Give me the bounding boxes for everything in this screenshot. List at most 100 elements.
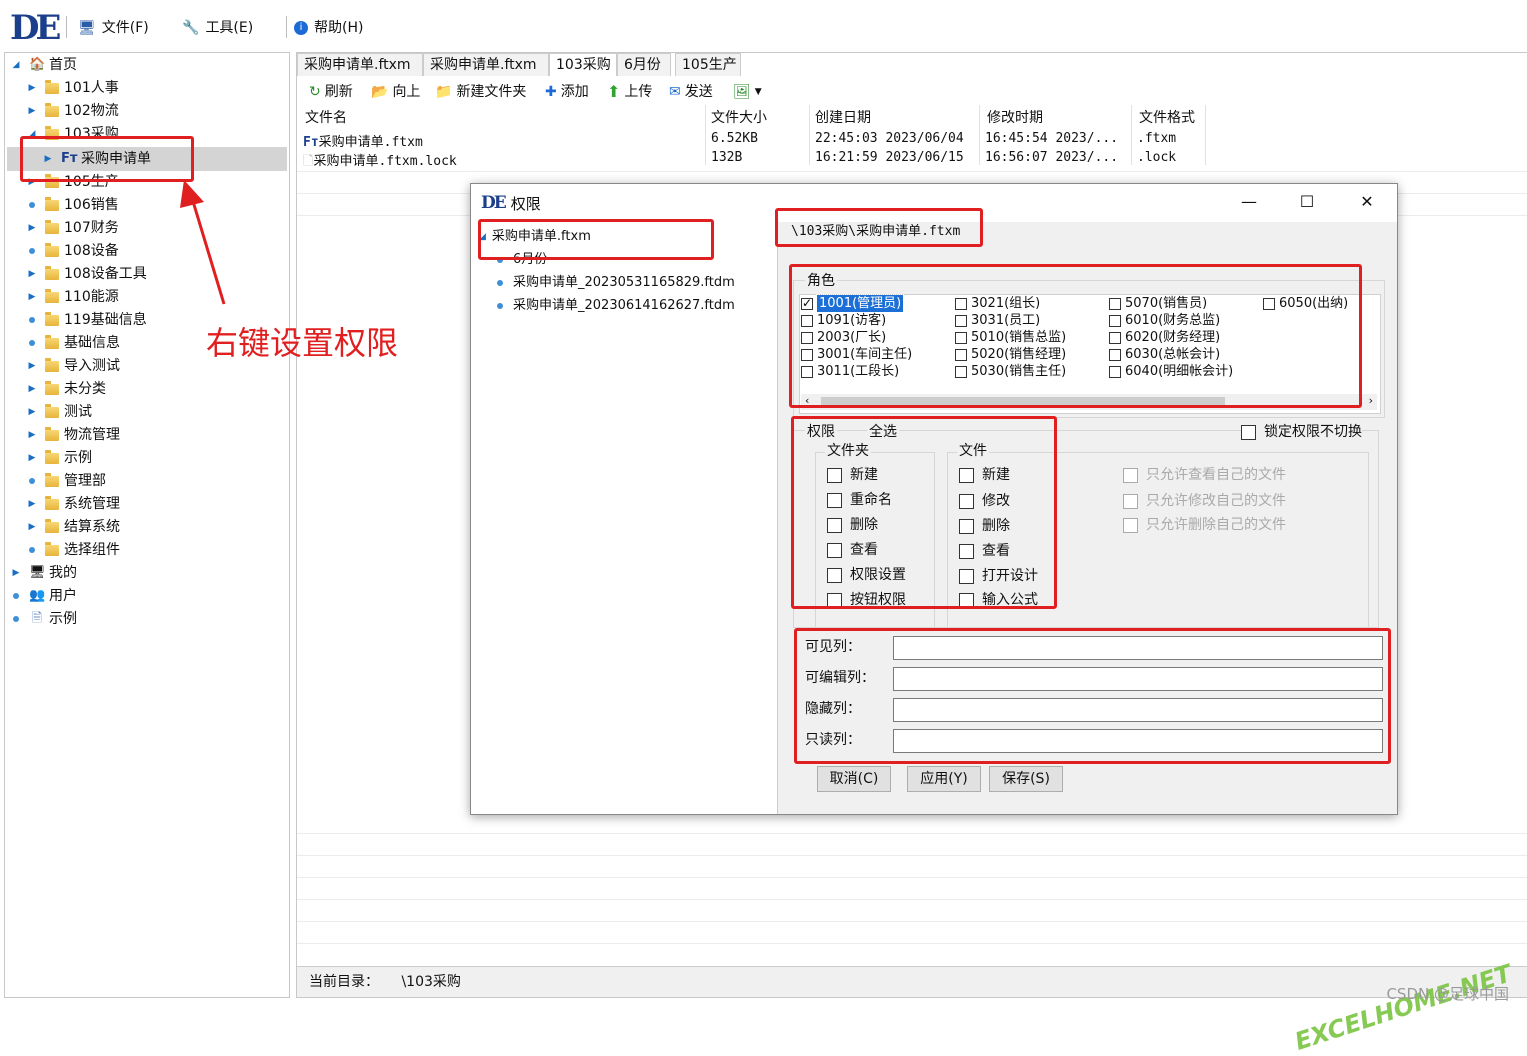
menu-divider [66,16,67,38]
close-button[interactable]: ✕ [1355,192,1379,212]
tab-june[interactable]: 6月份 [617,53,671,76]
tree-item[interactable]: ▶ 测试 [27,401,92,423]
col-created[interactable]: 创建日期 [815,107,871,129]
dialog-title: 权限 [510,194,541,213]
navigation-tree: ◢ 🏠 首页 ▶ 101人事 ▶ 102物流 ◢ 103采购 ▶ Fт 采购申请单 ▶ 105生… [4,52,290,998]
expanded-arrow-icon: ◢ [12,60,20,70]
leaf-dot-icon [13,593,19,599]
ft-file-icon: Fт [303,135,319,150]
blank-file-icon: 🗋 [303,154,314,169]
folder-icon [45,196,59,211]
folder-icon [45,495,59,510]
tree-item[interactable]: ▶ 108设备工具 [27,263,147,285]
annotation-box [791,416,1057,609]
tab-file-2[interactable]: 采购申请单.ftxm [423,53,549,76]
save-button[interactable]: 保存(S) [989,766,1063,792]
tree-item[interactable]: 管理部 [27,470,106,492]
col-name[interactable]: 文件名 [305,107,347,129]
upload-button[interactable]: ⬆ 上传 [607,81,652,103]
tree-item-mine[interactable]: ▶ 🖥 我的 [11,562,77,584]
folder-icon [45,311,59,326]
leaf-dot-icon [497,280,503,286]
app-logo: DE [10,8,61,48]
minimize-button[interactable]: — [1237,192,1261,212]
tree-item[interactable]: ▶ 示例 [27,447,92,469]
computer-icon: 🖥 [78,20,96,36]
tree-item[interactable]: ▶ 110能源 [27,286,119,308]
menu-tools[interactable]: 🔧 工具(E) [182,18,253,38]
tree-item[interactable]: 选择组件 [27,539,120,561]
tree-item[interactable]: ▶ 102物流 [27,100,119,122]
tree-item[interactable]: 106销售 [27,194,119,216]
folder-icon [45,265,59,280]
annotation-box [794,628,1391,764]
scroll-right-icon[interactable]: › [1369,394,1373,407]
collapsed-arrow-icon: ▶ [28,384,36,394]
folder-icon [45,403,59,418]
users-icon: 👥 [29,588,46,603]
tree-item-home[interactable]: ◢ 🏠 首页 [11,54,77,76]
collapsed-arrow-icon: ▶ [12,568,20,578]
folder-up-icon: 📂 [371,84,389,100]
tree-item[interactable]: ▶ 107财务 [27,217,119,239]
col-size[interactable]: 文件大小 [711,107,767,129]
lock-permission-checkbox[interactable]: 锁定权限不切换 [1241,421,1362,443]
dialog-file-tree: ◢ 采购申请单.ftxm 6月份 采购申请单_20230531165829.ftd… [471,222,778,814]
wrench-icon: 🔧 [182,20,200,36]
tree-item[interactable]: ▶ 物流管理 [27,424,120,446]
tree-item[interactable]: ▶ 结算系统 [27,516,120,538]
dialog-tree-item[interactable]: 采购申请单_20230614162627.ftdm [495,295,735,317]
folder-icon [45,288,59,303]
folder-icon [45,242,59,257]
cancel-button[interactable]: 取消(C) [817,766,891,792]
cell-modified: 16:45:54 2023/... [985,131,1119,146]
tree-item-users[interactable]: 👥 用户 [11,585,77,607]
own-file-perm-checkbox[interactable]: 只允许查看自己的文件 [1123,464,1286,486]
leaf-dot-icon [29,317,35,323]
col-modified[interactable]: 修改时期 [987,107,1043,129]
image-dropdown-button[interactable]: 🖼 ▼ [733,81,762,103]
col-format[interactable]: 文件格式 [1139,107,1195,129]
app-logo-icon: DE [481,193,507,213]
annotation-text: 右键设置权限 [206,324,399,362]
tree-item[interactable]: ▶ 系统管理 [27,493,120,515]
up-button[interactable]: 📂 向上 [371,81,420,103]
tab-file-1[interactable]: 采购申请单.ftxm [297,53,423,76]
document-icon: 🗎 [31,611,43,626]
leaf-dot-icon [29,202,35,208]
tab-103[interactable]: 103采购 [549,53,617,76]
menu-divider [286,16,287,38]
collapsed-arrow-icon: ▶ [28,499,36,509]
tab-105[interactable]: 105生产 [675,53,741,76]
tree-item[interactable]: ▶ 导入测试 [27,355,120,377]
tree-item[interactable]: 119基础信息 [27,309,147,331]
send-button[interactable]: ✉ 发送 [669,81,713,103]
maximize-button[interactable]: ☐ [1295,192,1319,212]
tree-item[interactable]: 基础信息 [27,332,120,354]
add-button[interactable]: ✚ 添加 [545,81,589,103]
apply-button[interactable]: 应用(Y) [907,766,981,792]
folder-icon [45,334,59,349]
dialog-tree-item[interactable]: 采购申请单_20230531165829.ftdm [495,272,735,294]
menu-help[interactable]: i 帮助(H) [294,18,363,38]
folder-icon [45,472,59,487]
cell-modified: 16:56:07 2023/... [985,150,1119,165]
collapsed-arrow-icon: ▶ [28,453,36,463]
own-file-perm-checkbox[interactable]: 只允许删除自己的文件 [1123,514,1286,536]
tree-item[interactable]: ▶ 101人事 [27,77,119,99]
collapsed-arrow-icon: ▶ [28,292,36,302]
cell-size: 132B [711,150,743,165]
tree-item[interactable]: ▶ 未分类 [27,378,106,400]
watermark-credit: CSDN @足球中国 [1386,985,1509,1003]
menu-file[interactable]: 🖥 文件(F) [78,18,149,38]
tree-item-example[interactable]: 🗎 示例 [11,608,77,630]
home-icon: 🏠 [29,57,46,72]
cell-format: .lock [1137,150,1177,165]
collapsed-arrow-icon: ▶ [28,361,36,371]
chevron-down-icon: ▼ [754,87,762,97]
folder-icon [45,426,59,441]
refresh-button[interactable]: ↻ 刷新 [309,81,353,103]
own-file-perm-checkbox[interactable]: 只允许修改自己的文件 [1123,490,1286,512]
new-folder-button[interactable]: 📁 新建文件夹 [435,81,526,103]
tree-item[interactable]: 108设备 [27,240,119,262]
